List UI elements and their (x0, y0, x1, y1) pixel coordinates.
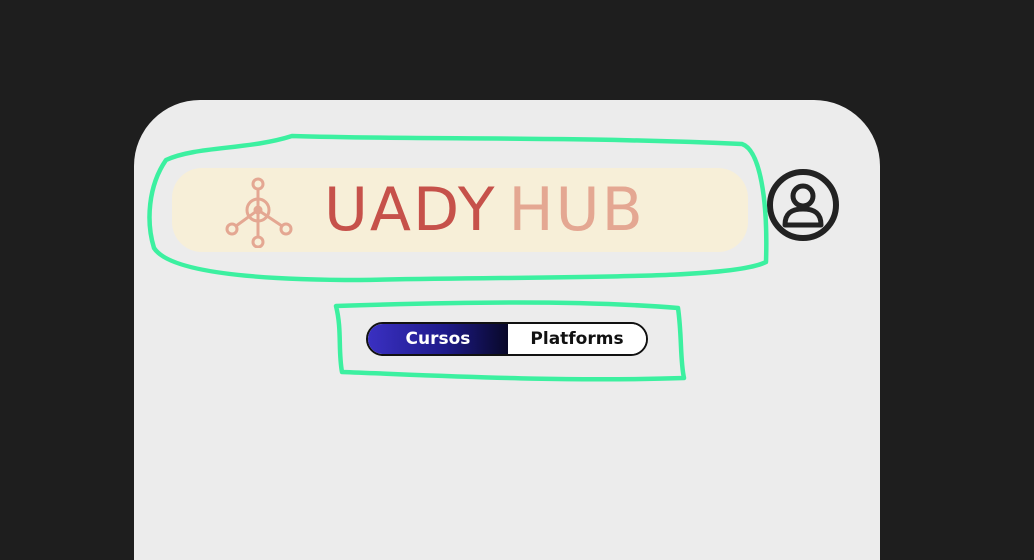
logo-banner: UADY HUB (172, 168, 748, 252)
tab-platforms[interactable]: Platforms (508, 324, 646, 354)
logo-word-hub: HUB (508, 175, 645, 245)
user-circle-icon (767, 169, 839, 241)
logo-word-uady: UADY (324, 175, 497, 245)
hub-network-icon (225, 177, 293, 248)
logo-wordmark: UADY HUB (324, 176, 645, 244)
profile-button[interactable] (766, 168, 840, 242)
tab-cursos[interactable]: Cursos (368, 324, 508, 354)
section-toggle: Cursos Platforms (366, 322, 648, 356)
